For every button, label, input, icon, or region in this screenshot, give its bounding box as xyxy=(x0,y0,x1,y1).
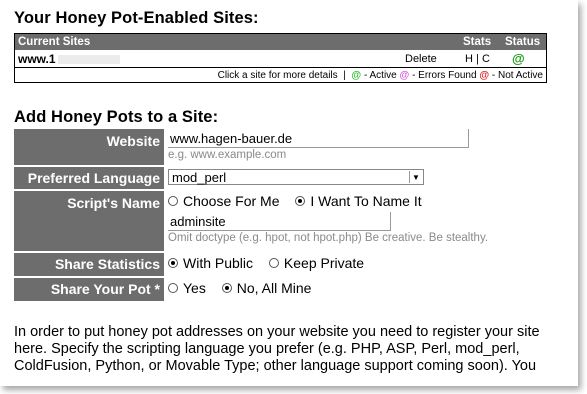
stats-c-link[interactable]: C xyxy=(482,53,490,65)
language-row: Preferred Language mod_perl ▼ xyxy=(14,167,554,189)
radio-no-all-mine[interactable]: No, All Mine xyxy=(221,280,312,296)
script-name-hint: Omit doctype (e.g. hpot, not hpot.php) B… xyxy=(168,232,489,244)
legend-inactive-icon: @ xyxy=(479,69,490,81)
language-field-cell: mod_perl ▼ xyxy=(164,167,554,189)
radio-choose-for-me-label: Choose For Me xyxy=(183,193,280,209)
website-row: Website e.g. www.example.com xyxy=(14,129,554,165)
radio-yes-label: Yes xyxy=(183,280,206,296)
stats-links: H | C xyxy=(465,53,512,65)
table-row[interactable]: www.1 Delete H | C @ xyxy=(15,50,546,68)
sites-table-header: Current Sites Stats Status xyxy=(15,34,546,50)
radio-keep-private[interactable]: Keep Private xyxy=(268,255,365,271)
legend-separator: | xyxy=(343,69,346,81)
legend-inactive-label: - Not Active xyxy=(491,69,543,81)
delete-link[interactable]: Delete xyxy=(405,53,465,65)
legend-errors-icon: @ xyxy=(399,69,410,81)
share-stats-label: Share Statistics xyxy=(14,253,164,276)
share-pot-row: Share Your Pot * Yes No, All Mine xyxy=(14,278,554,301)
site-name-cell[interactable]: www.1 xyxy=(15,52,405,66)
radio-name-it[interactable]: I Want To Name It xyxy=(295,193,422,209)
add-section-title: Add Honey Pots to a Site: xyxy=(14,108,219,126)
radio-on-icon[interactable] xyxy=(295,196,306,206)
website-hint: e.g. www.example.com xyxy=(168,149,287,161)
script-name-input[interactable] xyxy=(168,212,391,231)
radio-off-icon[interactable] xyxy=(168,283,178,293)
radio-keep-private-label: Keep Private xyxy=(283,255,365,271)
share-pot-label: Share Your Pot * xyxy=(14,278,164,301)
sites-section-title: Your Honey Pot-Enabled Sites: xyxy=(14,9,259,27)
language-label: Preferred Language xyxy=(14,167,164,189)
share-stats-row: Share Statistics With Public Keep Privat… xyxy=(14,253,554,276)
add-site-form: Website e.g. www.example.com Preferred L… xyxy=(14,129,554,303)
website-input[interactable] xyxy=(168,129,469,148)
radio-on-icon[interactable] xyxy=(168,258,178,268)
stats-h-link[interactable]: H xyxy=(465,53,473,65)
language-selected-value: mod_perl xyxy=(172,169,227,185)
status-active-icon: @ xyxy=(512,51,525,66)
column-status: Status xyxy=(505,36,541,48)
website-field-cell: e.g. www.example.com xyxy=(164,129,554,165)
stats-separator: | xyxy=(476,52,479,65)
share-pot-field-cell: Yes No, All Mine xyxy=(164,278,554,301)
radio-on-icon[interactable] xyxy=(221,283,232,293)
radio-name-it-label: I Want To Name It xyxy=(310,193,422,209)
legend-errors-label: - Errors Found xyxy=(412,69,477,81)
sites-table: Current Sites Stats Status www.1 Delete … xyxy=(14,33,547,83)
legend-active-label: - Active xyxy=(363,69,397,81)
site-name-link[interactable]: www.1 xyxy=(18,52,56,66)
legend-active-icon: @ xyxy=(351,69,362,81)
radio-yes[interactable]: Yes xyxy=(168,280,206,296)
status-legend: Click a site for more details | @ - Acti… xyxy=(15,68,546,82)
dropdown-arrow-icon[interactable]: ▼ xyxy=(409,171,422,183)
page: Your Honey Pot-Enabled Sites: Current Si… xyxy=(0,0,578,386)
radio-off-icon[interactable] xyxy=(268,258,279,268)
script-name-row: Script's Name Choose For Me I Want To Na… xyxy=(14,191,554,251)
radio-choose-for-me[interactable]: Choose For Me xyxy=(168,193,279,209)
legend-prefix: Click a site for more details xyxy=(217,69,338,81)
language-select[interactable]: mod_perl ▼ xyxy=(168,169,424,185)
radio-off-icon[interactable] xyxy=(168,196,178,206)
radio-with-public[interactable]: With Public xyxy=(168,255,253,271)
redacted-text xyxy=(57,54,120,64)
column-stats: Stats xyxy=(463,36,492,48)
website-label: Website xyxy=(14,129,164,165)
radio-no-all-mine-label: No, All Mine xyxy=(236,280,312,296)
column-current-sites: Current Sites xyxy=(18,36,91,48)
script-name-field-cell: Choose For Me I Want To Name It Omit doc… xyxy=(164,191,554,251)
share-stats-field-cell: With Public Keep Private xyxy=(164,253,554,276)
instructions-paragraph: In order to put honey pot addresses on y… xyxy=(14,324,540,374)
script-name-label: Script's Name xyxy=(14,191,164,251)
radio-with-public-label: With Public xyxy=(183,255,254,271)
